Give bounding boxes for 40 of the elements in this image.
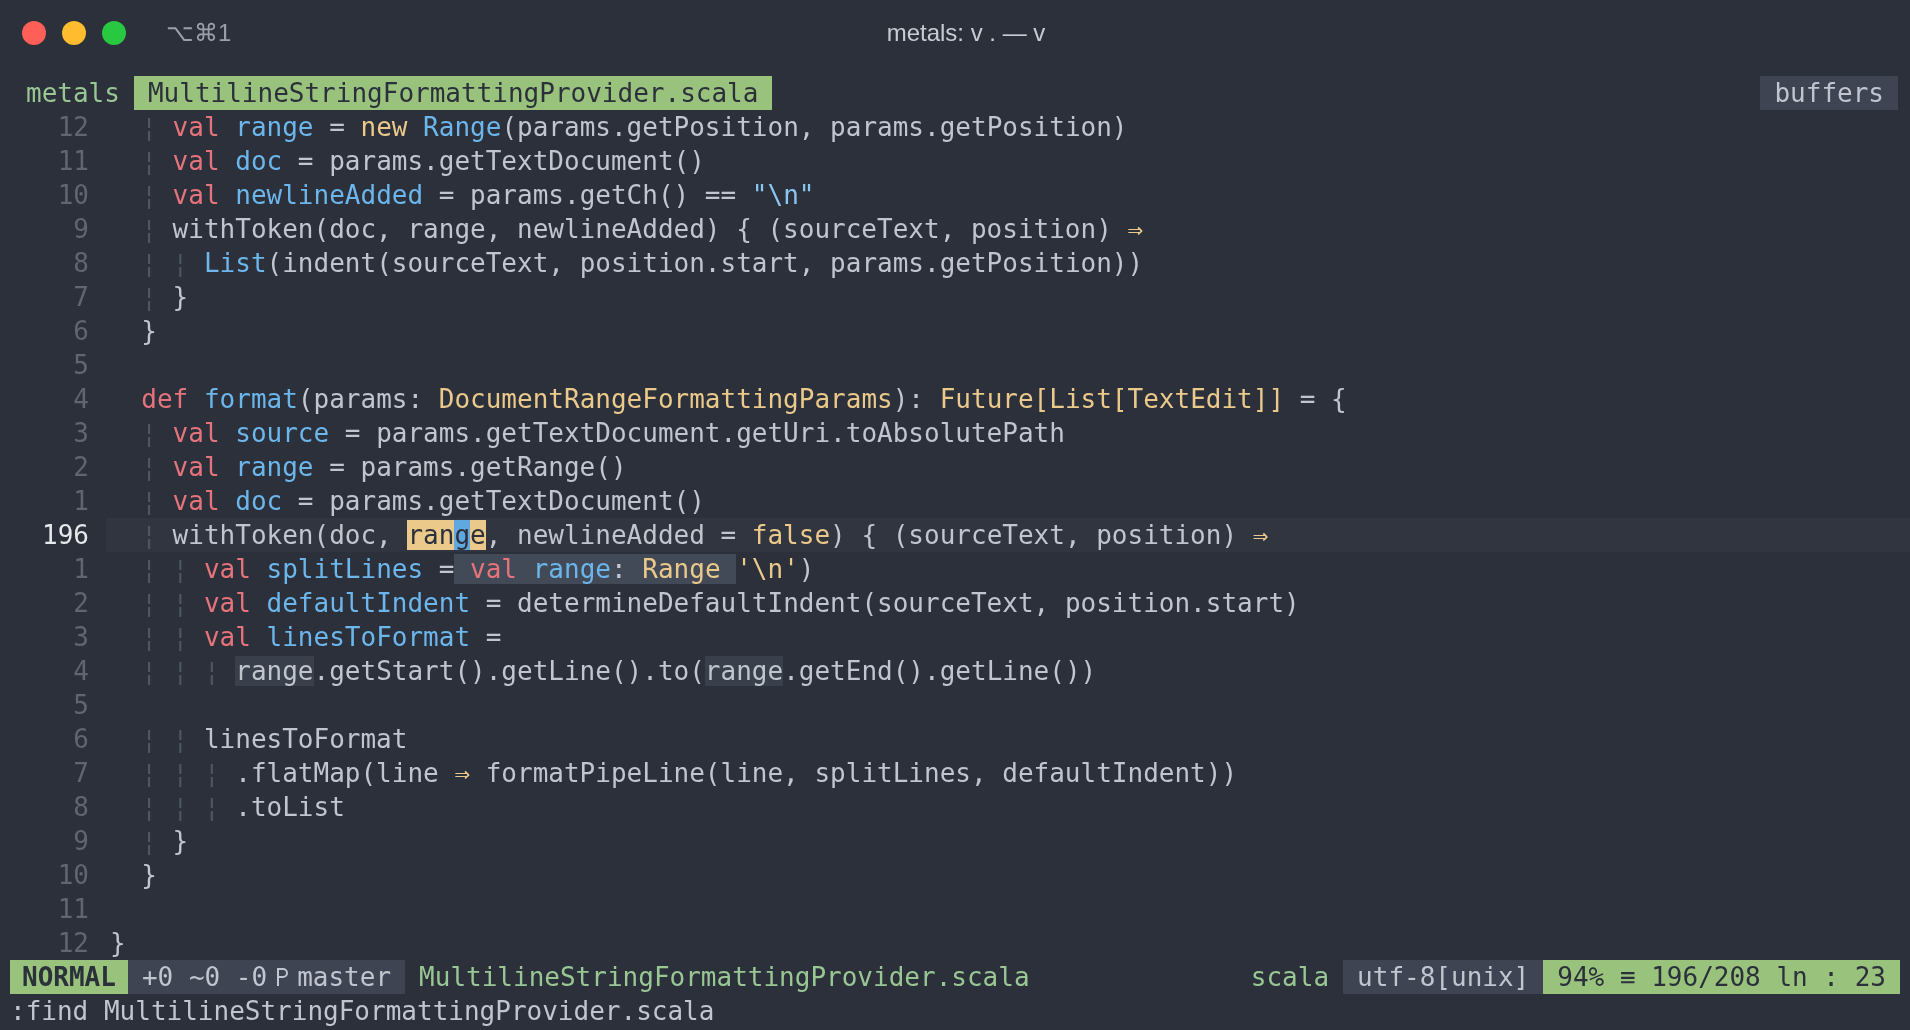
code-line: ¦ }	[140, 825, 189, 858]
code-line: def format(params: DocumentRangeFormattingParams): Future[List[TextEdit]] = {	[140, 383, 1347, 416]
file-encoding: utf-8[unix]	[1343, 960, 1544, 994]
command-line: :find MultilineStringFormattingProvider.scala	[10, 996, 715, 1026]
zoom-button[interactable]	[102, 21, 126, 45]
code-line: ¦ ¦ val linesToFormat =	[140, 621, 502, 654]
line-number: 196	[41, 519, 89, 552]
code-line: ¦ withToken(doc, range, newlineAdded = false) { (sourceText, position) ⇒	[140, 519, 1269, 552]
file-name: MultilineStringFormattingProvider.scala	[418, 961, 1031, 994]
code-line: ¦ val range = params.getRange()	[140, 451, 627, 484]
branch-name: master	[297, 961, 392, 994]
git-changes: +0 ~0 -0	[141, 961, 268, 994]
code-line: ¦ ¦ linesToFormat	[140, 723, 408, 756]
window-title: metals: v . — v	[886, 18, 1046, 48]
code-line: }	[140, 859, 157, 892]
code-line: ¦ val range = new Range(params.getPosition, params.getPosition)	[140, 111, 1128, 144]
code-line: ¦ ¦ val splitLines = val range: Range '\n')	[140, 553, 815, 586]
code-line: ¦ ¦ List(indent(sourceText, position.start, params.getPosition))	[140, 247, 1144, 280]
file-tab[interactable]: MultilineStringFormattingProvider.scala	[133, 76, 773, 110]
code-line: ¦ val newlineAdded = params.getCh() == "\n"	[140, 179, 815, 212]
minimize-button[interactable]	[62, 21, 86, 45]
code-line: ¦ ¦ ¦ .toList	[140, 791, 345, 824]
code-line: ¦ val doc = params.getTextDocument()	[140, 485, 705, 518]
code-line: ¦ withToken(doc, range, newlineAdded) { (sourceText, position) ⇒	[140, 213, 1144, 246]
code-line: ¦ }	[140, 281, 189, 314]
close-button[interactable]	[22, 21, 46, 45]
file-type: scala	[1249, 961, 1331, 994]
mode-indicator: NORMAL	[10, 960, 128, 994]
cursor-position: 94% ≡ 196/208 ln : 23	[1543, 960, 1900, 994]
code-line: ¦ val doc = params.getTextDocument()	[140, 145, 705, 178]
code-line: }	[110, 927, 126, 960]
branch-icon	[275, 966, 290, 988]
code-line: ¦ ¦ ¦ .flatMap(line ⇒ formatPipeLine(line, splitLines, defaultIndent))	[140, 757, 1238, 790]
buffers-label: buffers	[1760, 76, 1898, 110]
tabline-label: metals	[25, 77, 121, 110]
shortcut-label: ⌥⌘1	[166, 18, 232, 48]
code-line: ¦ ¦ val defaultIndent = determineDefaultIndent(sourceText, position.start)	[140, 587, 1300, 620]
code-line: ¦ val source = params.getTextDocument.getUri.toAbsolutePath	[140, 417, 1065, 450]
code-line: }	[140, 315, 157, 348]
code-line: ¦ ¦ ¦ range.getStart().getLine().to(range.getEnd().getLine())	[140, 655, 1097, 688]
